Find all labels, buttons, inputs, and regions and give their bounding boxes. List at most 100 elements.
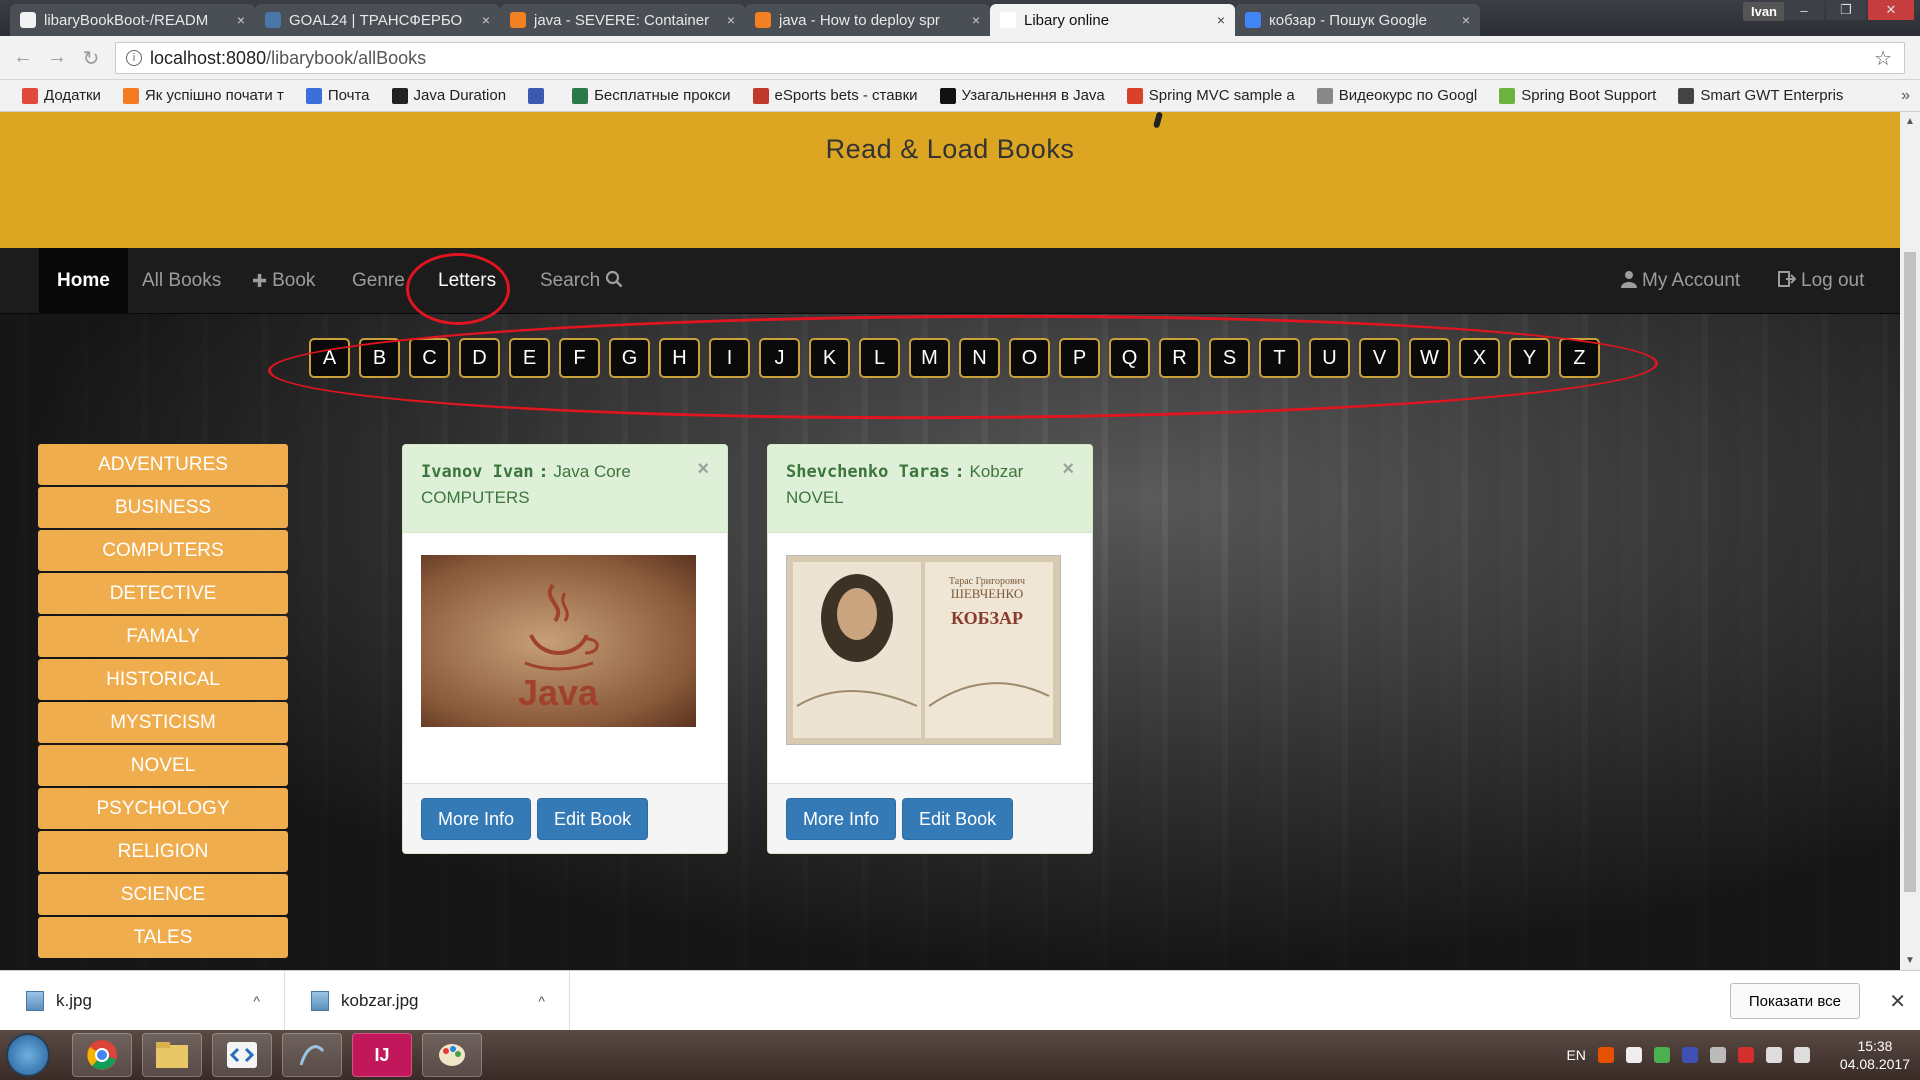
back-button[interactable]: ← <box>10 46 36 69</box>
address-bar[interactable]: i localhost:8080/libarybook/allBooks ☆ <box>115 42 1905 74</box>
letter-button[interactable]: Y <box>1509 338 1550 378</box>
more-info-button[interactable]: More Info <box>421 798 532 840</box>
letter-button[interactable]: A <box>309 338 350 378</box>
volume-icon[interactable] <box>1793 1047 1810 1063</box>
start-button[interactable] <box>6 1033 50 1077</box>
info-icon[interactable]: i <box>126 50 142 66</box>
browser-tab[interactable]: libaryBookBoot-/READM × <box>10 4 255 36</box>
scroll-down-icon[interactable]: ▼ <box>1905 955 1915 966</box>
scrollbar-thumb[interactable] <box>1904 252 1916 892</box>
bookmark-item[interactable]: Spring MVC sample a <box>1119 87 1303 104</box>
nav-all-books[interactable]: All Books <box>124 248 239 314</box>
genre-item[interactable]: SCIENCE <box>38 874 288 915</box>
bookmark-item[interactable]: Java Duration <box>384 87 515 104</box>
letter-button[interactable]: D <box>459 338 500 378</box>
forward-button[interactable]: → <box>44 46 70 69</box>
clock[interactable]: 15:38 04.08.2017 <box>1840 1037 1910 1073</box>
nav-search[interactable]: Search <box>522 248 646 314</box>
genre-item[interactable]: DETECTIVE <box>38 573 288 614</box>
close-icon[interactable]: × <box>1062 457 1074 482</box>
book-author[interactable]: Ivanov Ivan <box>421 462 534 482</box>
letter-button[interactable]: X <box>1459 338 1500 378</box>
genre-item[interactable]: ADVENTURES <box>38 444 288 485</box>
letter-button[interactable]: L <box>859 338 900 378</box>
bookmark-item[interactable]: Видеокурс по Googl <box>1309 87 1486 104</box>
more-info-button[interactable]: More Info <box>786 798 897 840</box>
language-indicator[interactable]: EN <box>1566 1047 1585 1063</box>
book-author[interactable]: Shevchenko Taras <box>786 462 950 482</box>
bookmark-item[interactable]: Як успішно почати т <box>115 87 292 104</box>
nav-home[interactable]: Home <box>39 248 128 314</box>
taskbar-paint-icon[interactable] <box>422 1033 482 1077</box>
bookmark-item[interactable]: Почта <box>298 87 378 104</box>
letter-button[interactable]: M <box>909 338 950 378</box>
tab-close-icon[interactable]: × <box>1217 12 1225 28</box>
window-close-button[interactable]: ✕ <box>1868 0 1914 20</box>
bookmark-star-icon[interactable]: ☆ <box>1874 46 1892 71</box>
edit-book-button[interactable]: Edit Book <box>902 798 1014 840</box>
bookmark-item[interactable]: Spring Boot Support <box>1491 87 1664 104</box>
genre-item[interactable]: COMPUTERS <box>38 530 288 571</box>
letter-button[interactable]: B <box>359 338 400 378</box>
letter-button[interactable]: F <box>559 338 600 378</box>
tray-app-icon[interactable] <box>1653 1047 1670 1063</box>
letter-button[interactable]: R <box>1159 338 1200 378</box>
tab-close-icon[interactable]: × <box>727 12 735 28</box>
edit-book-button[interactable]: Edit Book <box>537 798 649 840</box>
tray-app-icon[interactable] <box>1709 1047 1726 1063</box>
letter-button[interactable]: S <box>1209 338 1250 378</box>
tray-app-icon[interactable] <box>1597 1047 1614 1063</box>
letter-button[interactable]: U <box>1309 338 1350 378</box>
letter-button[interactable]: C <box>409 338 450 378</box>
nav-add-book[interactable]: ✚ Book <box>234 248 333 314</box>
tray-app-icon[interactable] <box>1737 1047 1754 1063</box>
letter-button[interactable]: H <box>659 338 700 378</box>
genre-item[interactable]: NOVEL <box>38 745 288 786</box>
tray-app-icon[interactable] <box>1681 1047 1698 1063</box>
bookmark-item[interactable]: Smart GWT Enterpris <box>1670 87 1851 104</box>
letter-button[interactable]: I <box>709 338 750 378</box>
genre-item[interactable]: MYSTICISM <box>38 702 288 743</box>
browser-tab[interactable]: Libary online × <box>990 4 1235 36</box>
nav-genre[interactable]: Genre <box>334 248 423 314</box>
letter-button[interactable]: T <box>1259 338 1300 378</box>
letter-button[interactable]: W <box>1409 338 1450 378</box>
window-user-badge[interactable]: Ivan <box>1742 2 1785 21</box>
taskbar-mysql-icon[interactable] <box>282 1033 342 1077</box>
tab-close-icon[interactable]: × <box>1462 12 1470 28</box>
letter-button[interactable]: P <box>1059 338 1100 378</box>
book-cover-image[interactable]: Тарас Григорович ШЕВЧЕНКО КОБЗАР <box>786 555 1061 745</box>
bookmark-item[interactable]: Узагальнення в Java <box>932 87 1113 104</box>
reload-button[interactable]: ↻ <box>78 46 104 71</box>
genre-item[interactable]: PSYCHOLOGY <box>38 788 288 829</box>
bookmarks-overflow-button[interactable]: » <box>1901 87 1910 105</box>
tab-close-icon[interactable]: × <box>482 12 490 28</box>
genre-item[interactable]: TALES <box>38 917 288 958</box>
letter-button[interactable]: V <box>1359 338 1400 378</box>
download-item[interactable]: k.jpg ^ <box>0 971 285 1031</box>
letter-button[interactable]: E <box>509 338 550 378</box>
genre-item[interactable]: HISTORICAL <box>38 659 288 700</box>
genre-item[interactable]: FAMALY <box>38 616 288 657</box>
page-scrollbar[interactable]: ▲ ▼ <box>1900 112 1920 970</box>
tab-close-icon[interactable]: × <box>237 12 245 28</box>
letter-button[interactable]: O <box>1009 338 1050 378</box>
nav-letters[interactable]: Letters <box>420 248 514 314</box>
letter-button[interactable]: N <box>959 338 1000 378</box>
browser-tab[interactable]: GOAL24 | ТРАНСФЕРБО × <box>255 4 500 36</box>
taskbar-explorer-icon[interactable] <box>142 1033 202 1077</box>
minimize-button[interactable]: – <box>1784 0 1824 20</box>
network-icon[interactable] <box>1765 1047 1782 1063</box>
letter-button[interactable]: Q <box>1109 338 1150 378</box>
book-cover-image[interactable]: Java <box>421 555 696 727</box>
taskbar-intellij-icon[interactable]: IJ <box>352 1033 412 1077</box>
taskbar-chrome-icon[interactable] <box>72 1033 132 1077</box>
browser-tab[interactable]: java - SEVERE: Container × <box>500 4 745 36</box>
download-item[interactable]: kobzar.jpg ^ <box>285 971 570 1031</box>
tray-app-icon[interactable] <box>1625 1047 1642 1063</box>
scroll-up-icon[interactable]: ▲ <box>1905 116 1915 127</box>
taskbar-code-icon[interactable] <box>212 1033 272 1077</box>
letter-button[interactable]: K <box>809 338 850 378</box>
show-all-downloads-button[interactable]: Показати все <box>1729 983 1860 1019</box>
bookmark-item[interactable]: Бесплатные прокси <box>564 87 738 104</box>
